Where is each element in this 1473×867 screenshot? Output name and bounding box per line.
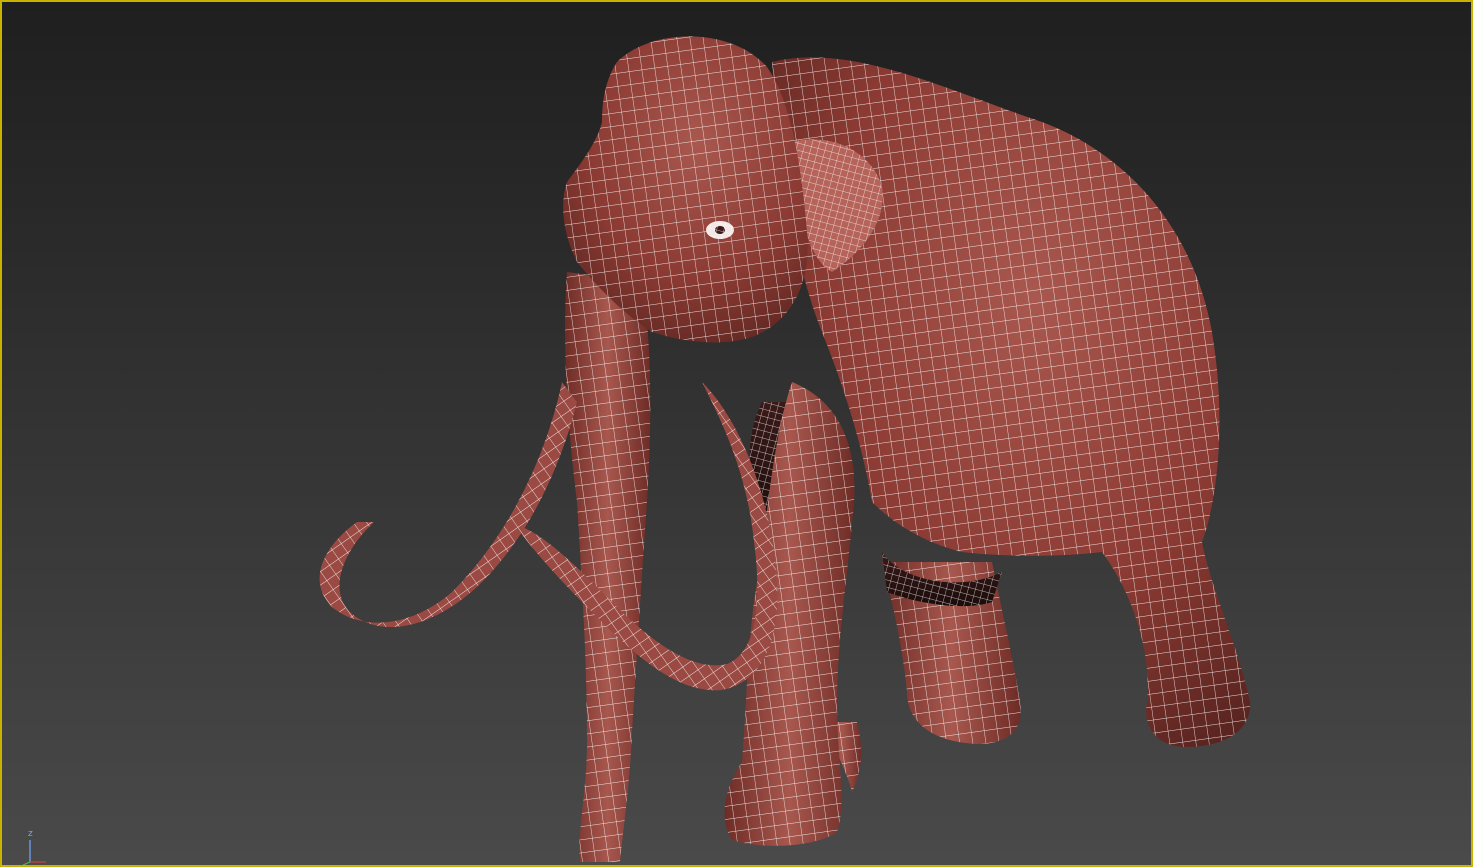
axis-gizmo: z [20, 829, 50, 865]
perspective-viewport[interactable]: z [0, 0, 1473, 867]
trunk [565, 272, 651, 862]
mammoth-model[interactable] [2, 2, 1473, 867]
eye [706, 221, 734, 239]
axis-tripod-icon [22, 840, 46, 865]
tusk-left [319, 382, 577, 628]
axis-z-label: z [28, 829, 33, 839]
